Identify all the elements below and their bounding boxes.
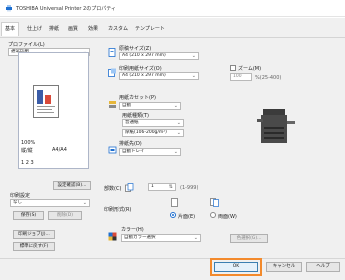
original-size-value: A4 (210 x 297 mm) [122,53,166,58]
preview-size: A4/A4 [52,147,67,153]
copies-range: (1-999) [180,185,199,191]
tab-bar: 基本 仕上げ 排紙 画質 効果 カスタム テンプレート [0,18,345,38]
preview-scale: 100% [21,140,36,146]
paper-type-select[interactable]: 普通紙 ⌄ [122,119,184,127]
spinner-icon[interactable]: ⇅ [169,184,173,190]
zoom-range: %(25-400) [255,75,282,81]
zoom-icon [108,68,117,77]
radio-selected-dot [172,214,174,216]
chevron-down-icon: ⌄ [191,53,196,59]
restore-default-button[interactable]: 標準に戻す(F) [13,242,55,251]
destination-select[interactable]: 自動トレイ ⌄ [119,148,181,156]
copies-label: 部数(C) [104,186,122,192]
paper-type-value: 普通紙 [125,120,139,125]
duplex-label: 両面(W) [218,214,237,220]
printer-image [255,105,297,147]
page-counter: 1 2 3 [21,160,34,166]
settings-check-button[interactable]: 設定確認(B)... [53,181,91,190]
delete-button[interactable]: 削除(D) [48,211,82,220]
chevron-down-icon: ⌄ [173,149,178,155]
cancel-button[interactable]: キャンセル [266,262,302,272]
original-size-select[interactable]: A4 (210 x 297 mm) ⌄ [119,52,199,60]
tab-output[interactable]: 排紙 [49,25,59,32]
simplex-label: 片面(E) [178,214,196,220]
document-icon [108,48,117,57]
page-preview-image [33,85,59,118]
paper-type-label: 用紙種類(T) [122,113,149,119]
destination-label: 排紙先(D) [119,141,142,147]
chevron-down-icon: ⌄ [82,200,87,206]
color-value: 自動カラー選択 [124,235,156,240]
tab-custom[interactable]: カスタム [108,25,128,32]
highlight-ring [210,258,262,276]
tab-template[interactable]: テンプレート [135,25,165,32]
chevron-down-icon: ⌄ [193,235,198,241]
print-paper-value: A4 (210 x 297 mm) [122,73,166,78]
print-job-button[interactable]: 印刷ジョブ(J)... [13,230,55,239]
device-settings-select[interactable]: なし ⌄ [10,199,90,207]
profile-label: プロファイル(L) [8,42,45,48]
tab-finishing[interactable]: 仕上げ [27,25,42,32]
print-paper-select[interactable]: A4 (210 x 297 mm) ⌄ [119,72,199,80]
color-detail-button[interactable]: 色選択(G)... [230,234,268,243]
paper-tray-icon [108,100,117,109]
zoom-value: 100 [233,74,242,79]
tab-image-quality[interactable]: 画質 [68,25,78,32]
zoom-checkbox[interactable] [230,65,236,71]
device-settings-label: 印刷設定 [10,193,31,199]
help-button[interactable]: ヘルプ [306,262,340,272]
paper-weight-select[interactable]: 厚紙(106-200g/m²) ⌄ [122,129,184,137]
zoom-input[interactable]: 100 [230,73,252,81]
title-bar: TOSHIBA Universal Printer 2のプロパティ [0,0,345,17]
save-button[interactable]: 保存(S) [13,211,44,220]
simplex-icon [170,198,179,207]
printer-icon [5,4,13,12]
color-label: カラー(H) [121,227,144,233]
preview-orientation: 縦/縦 [21,148,33,154]
duplex-icon [210,198,219,207]
color-icon [108,232,117,241]
destination-value: 自動トレイ [122,149,145,154]
color-select[interactable]: 自動カラー選択 ⌄ [121,234,201,242]
print-type-label: 印刷形式(R) [104,207,132,213]
tab-effect[interactable]: 効果 [88,25,98,32]
print-paper-label: 印刷用紙サイズ(O) [119,66,162,72]
output-tray-icon [108,145,117,154]
zoom-label: ズーム(M) [238,66,262,72]
paper-source-label: 用紙カセット(P) [119,95,156,101]
chevron-down-icon: ⌄ [176,120,181,126]
original-size-label: 原稿サイズ(Z) [119,46,152,52]
chevron-down-icon: ⌄ [176,130,181,136]
paper-source-value: 自動 [122,103,131,108]
copies-input[interactable]: 1 ⇅ [148,183,176,191]
paper-source-select[interactable]: 自動 ⌄ [119,102,181,110]
duplex-radio[interactable] [210,212,216,218]
window-title: TOSHIBA Universal Printer 2のプロパティ [16,6,116,12]
chevron-down-icon: ⌄ [173,103,178,109]
copies-icon [125,183,134,192]
device-settings-value: なし [13,200,22,205]
paper-weight-value: 厚紙(106-200g/m²) [125,130,167,135]
copies-value: 1 [151,184,154,189]
chevron-down-icon: ⌄ [191,73,196,79]
tab-basic[interactable]: 基本 [1,22,20,36]
